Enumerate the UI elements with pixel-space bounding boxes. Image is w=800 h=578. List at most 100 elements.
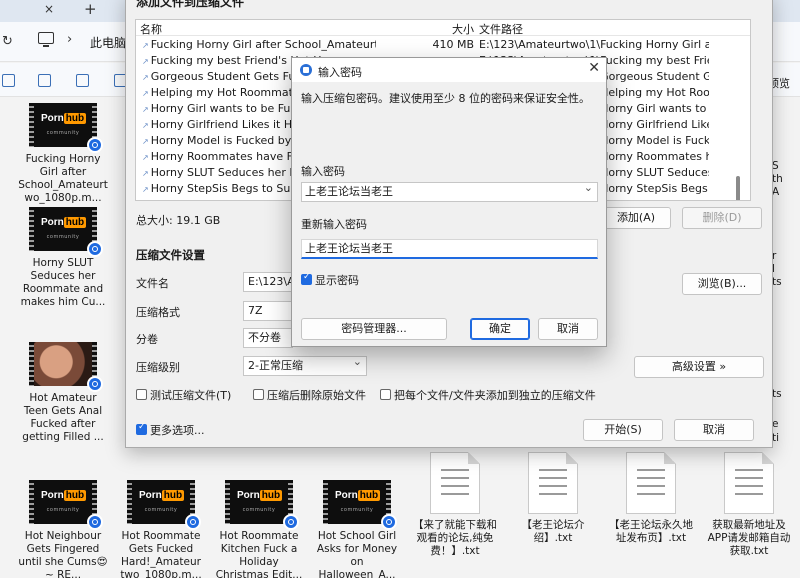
partial-caption: ti xyxy=(772,432,780,444)
video-file-item[interactable]: Porn hub community Hot School Girl Asks f… xyxy=(311,480,403,578)
show-password-label[interactable]: 显示密码 xyxy=(315,272,359,288)
column-path[interactable]: 文件路径 xyxy=(479,21,523,37)
test-archive-checkbox[interactable] xyxy=(136,389,147,400)
format-label: 压缩格式 xyxy=(136,306,180,319)
copy-icon[interactable] xyxy=(38,74,51,87)
file-name: 获取最新地址及APP请发邮箱自动获取.txt xyxy=(707,519,791,557)
thumbnail-logo: Porn hub xyxy=(41,490,87,501)
separate-archive-label[interactable]: 把每个文件/文件夹添加到独立的压缩文件 xyxy=(394,387,596,403)
video-file-item[interactable]: Hot Amateur Teen Gets Anal Fucked after … xyxy=(17,342,109,444)
file-name: Hot Roommate Gets Fucked Hard!_Amateur t… xyxy=(120,530,202,578)
thumbnail-logo: Porn hub xyxy=(237,490,283,501)
chevron-right-icon[interactable]: › xyxy=(67,32,72,47)
password-cancel-button[interactable]: 取消 xyxy=(538,318,598,340)
level-label: 压缩级别 xyxy=(136,361,180,374)
split-select[interactable]: 不分卷 xyxy=(243,328,293,348)
logo-subtext: community xyxy=(242,507,276,513)
filename-input[interactable]: E:\123\Ar xyxy=(243,272,293,292)
partial-caption: ts xyxy=(772,388,782,400)
video-thumbnail: Porn hub community xyxy=(29,207,103,257)
text-document-icon xyxy=(724,452,774,514)
partial-caption: l xyxy=(772,263,775,275)
logo-text-box: hub xyxy=(63,217,87,228)
new-tab-icon[interactable]: + xyxy=(84,0,97,18)
video-thumbnail: Porn hub community xyxy=(225,480,299,530)
thumbnail-logo: Porn hub xyxy=(41,113,87,124)
browse-button[interactable]: 浏览(B)... xyxy=(682,273,762,295)
password-dialog-titlebar: 输入密码 ✕ xyxy=(292,58,606,82)
file-name: Hot Amateur Teen Gets Anal Fucked after … xyxy=(22,392,104,443)
add-button[interactable]: 添加(A) xyxy=(601,207,671,229)
advanced-settings-button[interactable]: 高级设置 » xyxy=(634,356,764,378)
more-options-label[interactable]: 更多选项... xyxy=(150,422,205,438)
text-document-icon xyxy=(626,452,676,514)
file-name: Horny SLUT Seduces her Roommate and make… xyxy=(20,257,106,308)
file-name: Hot Neighbour Gets Fingered until she Cu… xyxy=(18,530,108,578)
password-input[interactable]: 上老王论坛当老王 xyxy=(301,179,598,202)
video-thumbnail: Porn hub community xyxy=(323,480,397,530)
text-file-item[interactable]: 【老王论坛介绍】.txt xyxy=(507,452,599,545)
logo-text-box: hub xyxy=(161,490,185,501)
cut-icon[interactable] xyxy=(2,74,15,87)
close-icon[interactable]: ✕ xyxy=(588,60,600,76)
show-password-checkbox[interactable] xyxy=(301,272,312,285)
file-list-scrollbar[interactable] xyxy=(736,176,740,200)
refresh-icon[interactable]: ↻ xyxy=(2,34,13,49)
partial-caption: ts xyxy=(772,276,782,288)
doc-line xyxy=(539,469,567,471)
this-pc-icon[interactable] xyxy=(38,32,54,47)
column-size[interactable]: 大小 xyxy=(452,21,474,37)
filename-label: 文件名 xyxy=(136,277,169,290)
breadcrumb-this-pc[interactable]: 此电脑 xyxy=(90,34,126,51)
video-file-item[interactable]: Porn hub community Hot Neighbour Gets Fin… xyxy=(17,480,109,578)
logo-text-box: hub xyxy=(259,490,283,501)
file-name: 【来了就能下载和观看的论坛,纯免费！】.txt xyxy=(413,519,497,557)
film-strip-left xyxy=(225,480,230,524)
film-strip-left xyxy=(29,480,34,524)
delete-after-label[interactable]: 压缩后删除原始文件 xyxy=(267,387,366,403)
confirm-password-label: 重新输入密码 xyxy=(301,218,367,231)
file-list-header: 名称 大小 文件路径 xyxy=(136,20,750,36)
start-button[interactable]: 开始(S) xyxy=(583,419,663,441)
delete-button[interactable]: 删除(D) xyxy=(682,207,762,229)
file-row-name: Fucking Horny Girl after School_Amateurt… xyxy=(142,38,376,51)
separate-archive-checkbox[interactable] xyxy=(380,389,391,400)
doc-line xyxy=(735,469,763,471)
logo-text-box: hub xyxy=(357,490,381,501)
cancel-button[interactable]: 取消 xyxy=(674,419,754,441)
video-file-item[interactable]: Porn hub community Hot Roommate Gets Fuck… xyxy=(115,480,207,578)
format-select[interactable]: 7Z xyxy=(243,301,293,321)
test-archive-label[interactable]: 测试压缩文件(T) xyxy=(150,387,231,403)
video-file-item[interactable]: Porn hub community Horny SLUT Seduces her… xyxy=(17,207,109,309)
video-file-item[interactable]: Porn hub community Fucking Horny Girl aft… xyxy=(17,103,109,205)
file-name: 【老王论坛介绍】.txt xyxy=(521,519,585,544)
text-file-item[interactable]: 【老王论坛永久地址发布页】.txt xyxy=(605,452,697,545)
film-strip-left xyxy=(323,480,328,524)
password-dialog-title: 输入密码 xyxy=(318,66,362,79)
thumbnail-logo: Porn hub xyxy=(335,490,381,501)
password-hint-message: 输入压缩包密码。建议使用至少 8 位的密码来保证安全性。 xyxy=(301,92,590,105)
logo-text: Porn xyxy=(41,490,64,501)
more-options-checkbox[interactable] xyxy=(136,422,147,435)
level-select[interactable]: 2-正常压缩 xyxy=(243,356,367,376)
logo-text-box: hub xyxy=(63,113,87,124)
text-file-item[interactable]: 获取最新地址及APP请发邮箱自动获取.txt xyxy=(703,452,795,558)
film-strip-left xyxy=(29,207,34,251)
ok-button[interactable]: 确定 xyxy=(470,318,530,340)
rename-icon[interactable] xyxy=(76,74,89,87)
file-name: 【老王论坛永久地址发布页】.txt xyxy=(609,519,693,544)
file-row[interactable]: Fucking Horny Girl after School_Amateurt… xyxy=(136,37,750,53)
close-tab-icon[interactable]: × xyxy=(44,2,54,16)
partial-caption: r xyxy=(772,250,777,262)
video-thumbnail: Porn hub community xyxy=(29,103,103,153)
logo-text: Porn xyxy=(237,490,260,501)
video-file-item[interactable]: Porn hub community Hot Roommate Kitchen F… xyxy=(213,480,305,578)
enter-password-dialog: 输入密码 ✕ 输入压缩包密码。建议使用至少 8 位的密码来保证安全性。 输入密码… xyxy=(291,57,607,347)
password-manager-button[interactable]: 密码管理器... xyxy=(301,318,447,340)
column-name[interactable]: 名称 xyxy=(140,21,162,37)
doc-line xyxy=(441,485,469,487)
player-app-icon xyxy=(87,137,103,153)
delete-after-checkbox[interactable] xyxy=(253,389,264,400)
text-file-item[interactable]: 【来了就能下载和观看的论坛,纯免费！】.txt xyxy=(409,452,501,558)
confirm-password-input[interactable]: 上老王论坛当老王 xyxy=(301,239,598,259)
